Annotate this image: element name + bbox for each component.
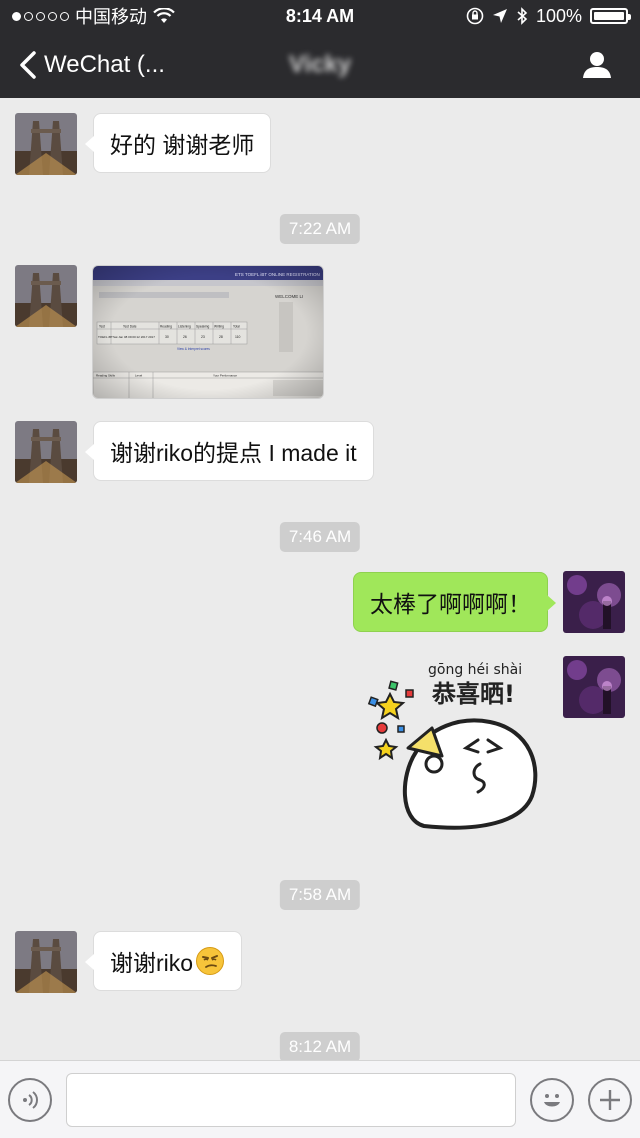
smirk-emoji-icon: [196, 947, 225, 975]
timestamp: 7:46 AM: [279, 522, 361, 552]
avatar[interactable]: [15, 421, 77, 483]
person-icon[interactable]: [582, 50, 612, 80]
timestamp: 8:12 AM: [279, 1032, 361, 1060]
message-row: 好的 谢谢老师: [0, 113, 640, 177]
battery-icon: [590, 8, 631, 24]
message-row: 太棒了啊啊啊！: [0, 571, 640, 635]
back-label: WeChat (...: [44, 51, 165, 78]
message-text: 谢谢riko的提点 I made it: [110, 440, 357, 466]
plus-icon: [600, 1089, 620, 1110]
message-row: gōng héi shài 恭喜晒!: [0, 656, 640, 836]
message-row: ETS TOEFL iBT ONLINE REGISTRATION WELCOM…: [0, 265, 640, 399]
message-input[interactable]: [66, 1072, 516, 1127]
timestamp: 7:58 AM: [279, 880, 361, 910]
sticker-chinese: 恭喜晒!: [431, 680, 515, 708]
wifi-icon: [153, 8, 175, 23]
message-bubble[interactable]: 谢谢riko的提点 I made it: [85, 421, 374, 481]
avatar[interactable]: [15, 265, 77, 327]
message-bubble[interactable]: 太棒了啊啊啊！: [353, 572, 556, 632]
message-bubble[interactable]: 好的 谢谢老师: [84, 113, 272, 173]
input-bar: [0, 1060, 640, 1138]
signal-icon: [12, 11, 69, 21]
avatar[interactable]: [563, 656, 625, 718]
message-text: 好的 谢谢老师: [110, 132, 255, 158]
message-row: 谢谢riko: [0, 931, 640, 995]
chat-title: Vicky: [288, 51, 352, 78]
location-icon: [492, 9, 507, 23]
avatar[interactable]: [15, 113, 77, 175]
nav-bar: WeChat (... Vicky: [0, 32, 640, 98]
message-row: 谢谢riko的提点 I made it: [0, 421, 640, 485]
back-button[interactable]: WeChat (...: [0, 50, 240, 80]
carrier-label: 中国移动: [75, 7, 147, 27]
status-bar: 中国移动 8:14 AM 100%: [0, 0, 640, 32]
message-bubble[interactable]: 谢谢riko: [84, 931, 243, 991]
battery-percent: 100%: [535, 5, 582, 26]
voice-button[interactable]: [8, 1077, 52, 1122]
add-button[interactable]: [588, 1077, 632, 1122]
timestamp: 7:22 AM: [279, 214, 361, 244]
avatar[interactable]: [15, 931, 77, 993]
image-message[interactable]: ETS TOEFL iBT ONLINE REGISTRATION WELCOM…: [92, 265, 324, 399]
message-text: 太棒了啊啊啊！: [370, 591, 531, 617]
emoji-button[interactable]: [530, 1077, 574, 1122]
status-time: 8:14 AM: [285, 5, 355, 26]
sticker-pinyin: gōng héi shài: [428, 662, 522, 678]
chat-area[interactable]: 好的 谢谢老师 7:22 AM ETS TOEFL iBT ONLINE REG…: [0, 98, 640, 1060]
voice-icon: [23, 1090, 38, 1109]
emoji-icon: [544, 1093, 560, 1106]
status-right: 100%: [398, 5, 631, 27]
bluetooth-icon: [517, 7, 528, 25]
orientation-lock-icon: [466, 7, 484, 25]
avatar[interactable]: [563, 571, 625, 633]
message-text: 谢谢riko: [110, 950, 194, 976]
sticker-message[interactable]: gōng héi shài 恭喜晒!: [360, 656, 556, 836]
status-left: 中国移动: [12, 3, 242, 29]
chevron-left-icon: [20, 51, 36, 79]
